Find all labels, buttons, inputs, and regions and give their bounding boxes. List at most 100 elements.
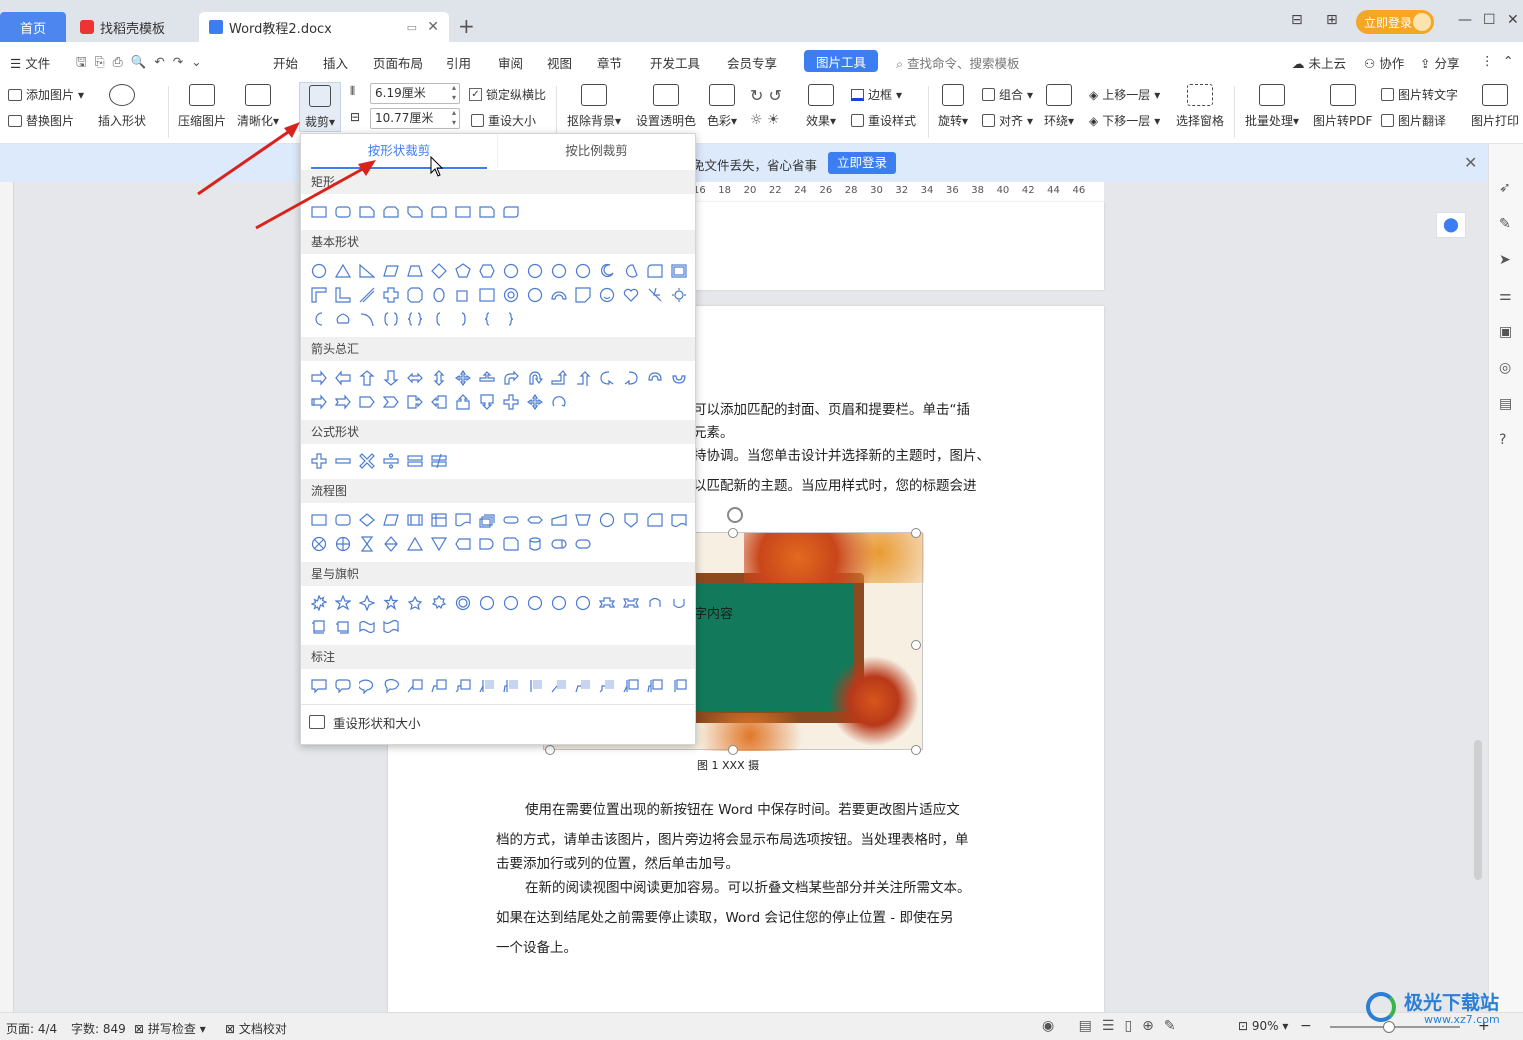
- crop-shape-option[interactable]: [499, 591, 523, 615]
- crop-shape-option[interactable]: [331, 615, 355, 639]
- crop-shape-option[interactable]: [403, 390, 427, 414]
- crop-shape-option[interactable]: [355, 449, 379, 473]
- crop-shape-option[interactable]: [403, 508, 427, 532]
- zoom-control[interactable]: ⊡ 90% ▾: [1238, 1019, 1288, 1033]
- command-search[interactable]: ⌕ 查找命令、搜索模板: [896, 53, 1020, 72]
- crop-shape-option[interactable]: [619, 259, 643, 283]
- crop-shape-option[interactable]: [427, 591, 451, 615]
- crop-shape-option[interactable]: [331, 390, 355, 414]
- book-icon[interactable]: ▤: [1499, 396, 1512, 412]
- menu-review[interactable]: 审阅: [498, 53, 523, 72]
- insert-shape-button[interactable]: 插入形状: [98, 84, 146, 129]
- crop-shape-option[interactable]: [427, 283, 451, 307]
- width-input[interactable]: 6.19厘米: [370, 83, 460, 104]
- crop-shape-option[interactable]: [547, 390, 571, 414]
- crop-shape-option[interactable]: [475, 591, 499, 615]
- crop-shape-option[interactable]: [523, 259, 547, 283]
- crop-shape-option[interactable]: [475, 390, 499, 414]
- crop-shape-option[interactable]: [403, 674, 427, 698]
- crop-shape-option[interactable]: [427, 366, 451, 390]
- menu-references[interactable]: 引用: [446, 53, 471, 72]
- tab-crop-by-ratio[interactable]: 按比例裁剪: [497, 134, 695, 168]
- crop-shape-option[interactable]: [547, 674, 571, 698]
- crop-shape-option[interactable]: [427, 307, 451, 331]
- crop-shape-option[interactable]: [499, 259, 523, 283]
- crop-shape-option[interactable]: [355, 508, 379, 532]
- close-banner-icon[interactable]: ✕: [1464, 153, 1477, 172]
- crop-shape-option[interactable]: [355, 390, 379, 414]
- crop-shape-option[interactable]: [475, 259, 499, 283]
- crop-shape-option[interactable]: [403, 449, 427, 473]
- crop-shape-option[interactable]: [331, 532, 355, 556]
- cursor-icon[interactable]: ➤: [1499, 252, 1511, 268]
- crop-shape-option[interactable]: [595, 366, 619, 390]
- collapse-ribbon-icon[interactable]: ⌃: [1503, 53, 1513, 68]
- crop-shape-option[interactable]: [355, 674, 379, 698]
- crop-shape-option[interactable]: [451, 591, 475, 615]
- crop-shape-option[interactable]: [595, 283, 619, 307]
- crop-shape-option[interactable]: [451, 532, 475, 556]
- crop-shape-option[interactable]: [571, 532, 595, 556]
- batch-process-button[interactable]: 批量处理▾: [1245, 84, 1299, 129]
- crop-shape-option[interactable]: [547, 591, 571, 615]
- crop-shape-option[interactable]: [403, 307, 427, 331]
- crop-shape-option[interactable]: [307, 508, 331, 532]
- crop-shape-option[interactable]: [523, 283, 547, 307]
- crop-shape-option[interactable]: [355, 307, 379, 331]
- resize-handle[interactable]: [911, 640, 921, 650]
- effects-button[interactable]: 效果▾: [806, 84, 836, 129]
- crop-shape-option[interactable]: [523, 591, 547, 615]
- crop-shape-option[interactable]: [379, 307, 403, 331]
- crop-shape-option[interactable]: [499, 307, 523, 331]
- crop-shape-option[interactable]: [499, 200, 523, 224]
- crop-shape-option[interactable]: [643, 366, 667, 390]
- lock-ratio-checkbox[interactable]: ✓ 锁定纵横比: [469, 86, 546, 103]
- crop-shape-option[interactable]: [643, 508, 667, 532]
- crop-shape-option[interactable]: [475, 200, 499, 224]
- crop-shape-option[interactable]: [379, 283, 403, 307]
- crop-shape-option[interactable]: [307, 366, 331, 390]
- crop-shape-option[interactable]: [427, 390, 451, 414]
- crop-shape-option[interactable]: [571, 674, 595, 698]
- color-button[interactable]: 色彩▾: [707, 84, 737, 129]
- file-menu[interactable]: ☰ 文件: [10, 53, 50, 72]
- reset-size-button[interactable]: 重设大小: [471, 112, 536, 129]
- cloud-status[interactable]: ☁ 未上云: [1292, 53, 1346, 72]
- crop-shape-option[interactable]: [571, 508, 595, 532]
- crop-shape-option[interactable]: [403, 591, 427, 615]
- crop-shape-option[interactable]: [571, 283, 595, 307]
- crop-shape-option[interactable]: [451, 390, 475, 414]
- crop-shape-option[interactable]: [427, 508, 451, 532]
- remove-background-button[interactable]: 抠除背景▾: [567, 84, 621, 129]
- reset-shape-size-button[interactable]: 重设形状和大小: [309, 710, 421, 734]
- close-tab-icon[interactable]: ✕: [427, 19, 439, 35]
- collab-button[interactable]: ⚇ 协作: [1364, 53, 1404, 72]
- crop-shape-option[interactable]: [619, 283, 643, 307]
- crop-shape-option[interactable]: [475, 508, 499, 532]
- crop-shape-option[interactable]: [619, 591, 643, 615]
- crop-shape-option[interactable]: [547, 259, 571, 283]
- pen-icon[interactable]: ✎: [1499, 216, 1511, 232]
- rotate-button[interactable]: 旋转▾: [938, 84, 968, 129]
- close-window-icon[interactable]: ✕: [1507, 12, 1519, 28]
- crop-shape-option[interactable]: [499, 532, 523, 556]
- menu-insert[interactable]: 插入: [323, 53, 348, 72]
- crop-shape-option[interactable]: [451, 366, 475, 390]
- bring-forward-button[interactable]: ◈ 上移一层 ▾: [1089, 86, 1160, 103]
- border-button[interactable]: 边框 ▾: [851, 86, 902, 103]
- crop-shape-option[interactable]: [331, 259, 355, 283]
- crop-shape-option[interactable]: [331, 307, 355, 331]
- crop-shape-option[interactable]: [667, 674, 691, 698]
- crop-shape-option[interactable]: [403, 259, 427, 283]
- crop-shape-option[interactable]: [523, 674, 547, 698]
- word-count[interactable]: 字数: 849: [71, 1020, 126, 1037]
- menu-member[interactable]: 会员专享: [727, 53, 777, 72]
- maximize-icon[interactable]: ☐: [1483, 12, 1496, 28]
- crop-shape-option[interactable]: [499, 366, 523, 390]
- tab-document[interactable]: Word教程2.docx ▭ ✕: [199, 12, 449, 42]
- crop-shape-option[interactable]: [571, 259, 595, 283]
- crop-shape-option[interactable]: [331, 366, 355, 390]
- crop-shape-option[interactable]: [379, 674, 403, 698]
- add-picture-button[interactable]: 添加图片 ▾: [8, 86, 84, 103]
- crop-shape-option[interactable]: [643, 283, 667, 307]
